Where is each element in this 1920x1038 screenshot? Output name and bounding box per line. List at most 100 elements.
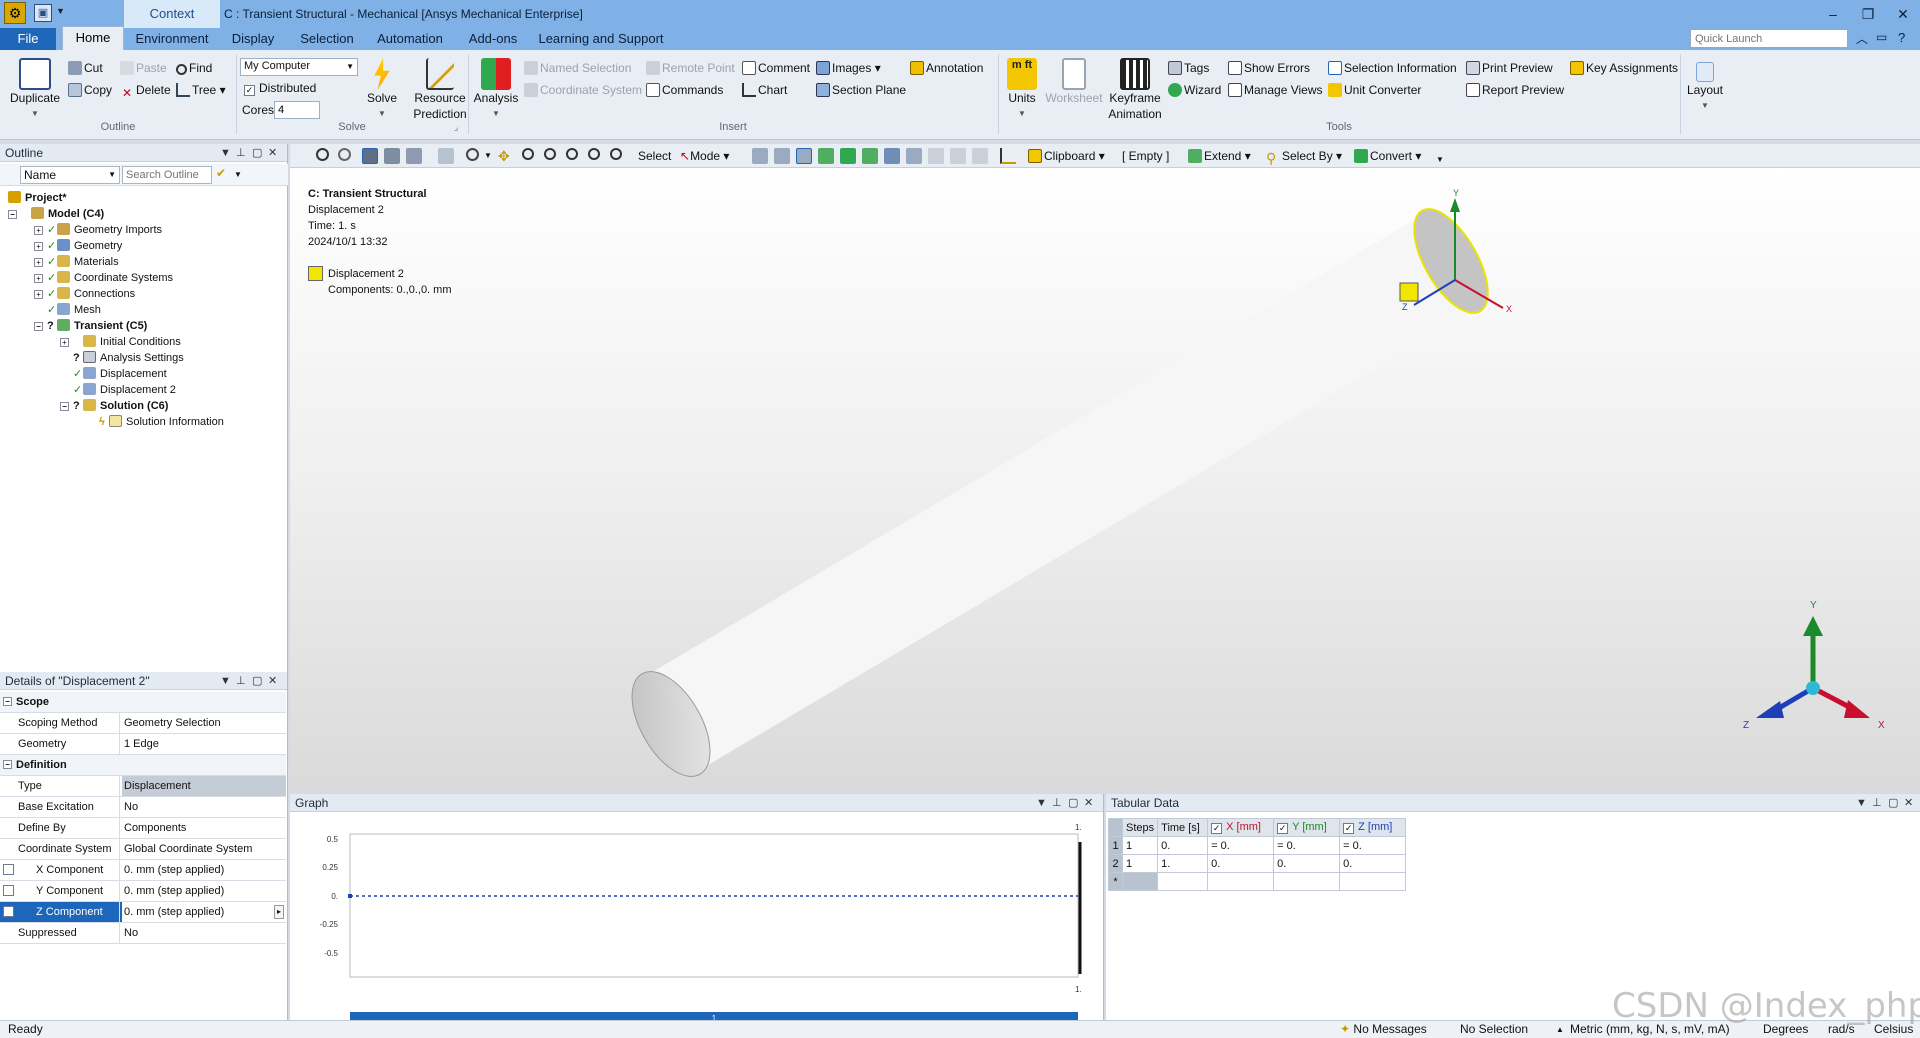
quick-access-dropdown-icon[interactable]: ▼ — [56, 6, 65, 16]
tab-automation[interactable]: Automation — [370, 28, 450, 50]
tree-button[interactable]: Tree ▾ — [176, 82, 226, 98]
column-checkbox[interactable]: ✓ — [1211, 823, 1223, 834]
tree-item-model[interactable]: − Model (C4) — [4, 206, 286, 222]
filter-options-icon[interactable]: ✔ — [216, 166, 226, 180]
tree-item-solution-information[interactable]: ϟ Solution Information — [4, 414, 286, 430]
maximize-icon[interactable]: ▢ — [1068, 794, 1078, 812]
select-path-icon[interactable] — [972, 148, 988, 164]
tree-item-analysis-settings[interactable]: ? Analysis Settings — [4, 350, 286, 366]
pin-icon[interactable]: ⊥ — [236, 672, 246, 690]
tree-item-connections[interactable]: + ✓ Connections — [4, 286, 286, 302]
details-row-x-component[interactable]: X Component 0. mm (step applied) — [0, 860, 286, 881]
tree-item-solution[interactable]: −? Solution (C6) — [4, 398, 286, 414]
status-messages[interactable]: ✦ No Messages — [1340, 1021, 1427, 1038]
details-row-y-component[interactable]: Y Component 0. mm (step applied) — [0, 881, 286, 902]
minimize-button[interactable]: – — [1822, 4, 1844, 24]
worksheet-button[interactable]: Worksheet — [1044, 58, 1104, 106]
annotation-button[interactable]: Annotation — [910, 60, 983, 76]
select-face-icon[interactable] — [796, 148, 812, 164]
convert-button[interactable]: Convert ▾ — [1354, 148, 1421, 164]
section-plane-button[interactable]: Section Plane — [816, 82, 906, 98]
details-section-definition[interactable]: − Definition — [0, 755, 286, 776]
chart-button[interactable]: Chart — [742, 82, 787, 98]
save-icon[interactable]: ▣ — [34, 4, 52, 22]
zoom-in-icon[interactable] — [316, 148, 329, 161]
parameter-checkbox[interactable] — [3, 906, 14, 917]
collapse-icon[interactable]: − — [8, 210, 17, 219]
ansys-logo-icon[interactable]: ⚙ — [4, 2, 26, 24]
unit-converter-button[interactable]: Unit Converter — [1328, 82, 1421, 98]
tree-item-initial-conditions[interactable]: + Initial Conditions — [4, 334, 286, 350]
delete-button[interactable]: ✕ Delete — [120, 82, 171, 100]
edge-view-icon[interactable] — [406, 148, 422, 164]
show-errors-button[interactable]: Show Errors — [1228, 60, 1310, 76]
mode-button[interactable]: ↖Mode ▾ — [680, 148, 729, 164]
dialog-launcher-icon[interactable]: ⌟ — [454, 122, 458, 133]
collapse-ribbon-icon[interactable]: ︿ — [1856, 30, 1868, 47]
resource-prediction-button[interactable]: Resource Prediction — [404, 58, 476, 122]
filter-dropdown-icon[interactable]: ▼ — [234, 170, 242, 179]
cylinder-body[interactable] — [616, 198, 1502, 789]
details-row-base-excitation[interactable]: Base Excitation No — [0, 797, 286, 818]
details-row-type[interactable]: Type Displacement — [0, 776, 286, 797]
tree-item-transient[interactable]: −? Transient (C5) — [4, 318, 286, 334]
panel-close-icon[interactable]: ✕ — [268, 144, 277, 162]
maximize-icon[interactable]: ▢ — [252, 144, 262, 162]
maximize-icon[interactable]: ▢ — [252, 672, 262, 690]
table-new-row[interactable]: * — [1108, 872, 1407, 891]
pin-icon[interactable]: ⊥ — [236, 144, 246, 162]
panel-dropdown-icon[interactable]: ▼ — [220, 144, 231, 162]
magnifier-icon[interactable] — [566, 148, 578, 160]
find-button[interactable]: Find — [176, 60, 212, 76]
toolbar-overflow-icon[interactable]: ▼ — [1436, 152, 1444, 168]
look-at-icon[interactable] — [438, 148, 454, 164]
column-header-time[interactable]: Time [s] — [1157, 818, 1209, 837]
model-view[interactable]: Y X Z Y X Z — [290, 168, 1920, 792]
select-node-icon[interactable] — [840, 148, 856, 164]
quick-launch-input[interactable] — [1690, 29, 1848, 48]
wizard-button[interactable]: Wizard — [1168, 82, 1221, 98]
select-vertex-icon[interactable] — [752, 148, 768, 164]
analysis-button[interactable]: Analysis ▼ — [472, 58, 520, 122]
details-row-define-by[interactable]: Define By Components — [0, 818, 286, 839]
parameter-checkbox[interactable] — [3, 885, 14, 896]
zoom-out-icon[interactable] — [338, 148, 351, 161]
tab-add-ons[interactable]: Add-ons — [462, 28, 524, 50]
pin-icon[interactable]: ⊥ — [1052, 794, 1062, 812]
collapse-icon[interactable]: − — [34, 322, 43, 331]
layout-button[interactable]: Layout ▼ — [1686, 62, 1724, 114]
rotate-dropdown-icon[interactable]: ▼ — [484, 148, 492, 164]
column-header-y[interactable]: ✓ Y [mm] — [1273, 818, 1341, 837]
panel-dropdown-icon[interactable]: ▼ — [220, 672, 231, 690]
collapse-icon[interactable]: − — [3, 697, 12, 706]
wireframe-view-icon[interactable] — [384, 148, 400, 164]
select-body-icon[interactable] — [818, 148, 834, 164]
panel-close-icon[interactable]: ✕ — [268, 672, 277, 690]
shaded-view-icon[interactable] — [362, 148, 378, 164]
column-header-z[interactable]: ✓ Z [mm] — [1339, 818, 1407, 837]
panel-dropdown-icon[interactable]: ▼ — [1036, 794, 1047, 812]
tab-learning-and-support[interactable]: Learning and Support — [536, 28, 666, 50]
units-button[interactable]: m ft Units ▼ — [1004, 58, 1040, 122]
expand-icon[interactable]: + — [34, 226, 43, 235]
tab-selection[interactable]: Selection — [292, 28, 362, 50]
table-row[interactable]: 2 1 1. 0. 0. 0. — [1108, 854, 1407, 873]
solve-button[interactable]: Solve ▼ — [362, 58, 402, 122]
tab-environment[interactable]: Environment — [130, 28, 214, 50]
details-row-suppressed[interactable]: Suppressed No — [0, 923, 286, 944]
table-row[interactable]: 1 1 0. = 0. = 0. = 0. — [1108, 836, 1407, 855]
zoom-box-icon[interactable] — [522, 148, 534, 160]
zoom-to-fit-icon[interactable] — [544, 148, 556, 160]
tree-item-displacement[interactable]: ✓ Displacement — [4, 366, 286, 382]
tags-button[interactable]: Tags — [1168, 60, 1209, 76]
load-history-graph[interactable]: 0.5 0.25 0. -0.25 -0.5 1. 1. 1 — [290, 814, 1102, 1020]
tree-item-displacement-2[interactable]: ✓ Displacement 2 — [4, 382, 286, 398]
comment-button[interactable]: Comment — [742, 60, 810, 76]
tree-item-geometry[interactable]: + ✓ Geometry — [4, 238, 286, 254]
next-view-icon[interactable] — [610, 148, 622, 160]
flyout-arrow-icon[interactable]: ▸ — [274, 905, 284, 919]
expand-icon[interactable]: + — [34, 274, 43, 283]
keyframe-animation-button[interactable]: Keyframe Animation — [1106, 58, 1164, 122]
details-row-z-component[interactable]: Z Component 0. mm (step applied) ▸ — [0, 902, 286, 923]
probe-icon[interactable] — [1000, 148, 1016, 164]
